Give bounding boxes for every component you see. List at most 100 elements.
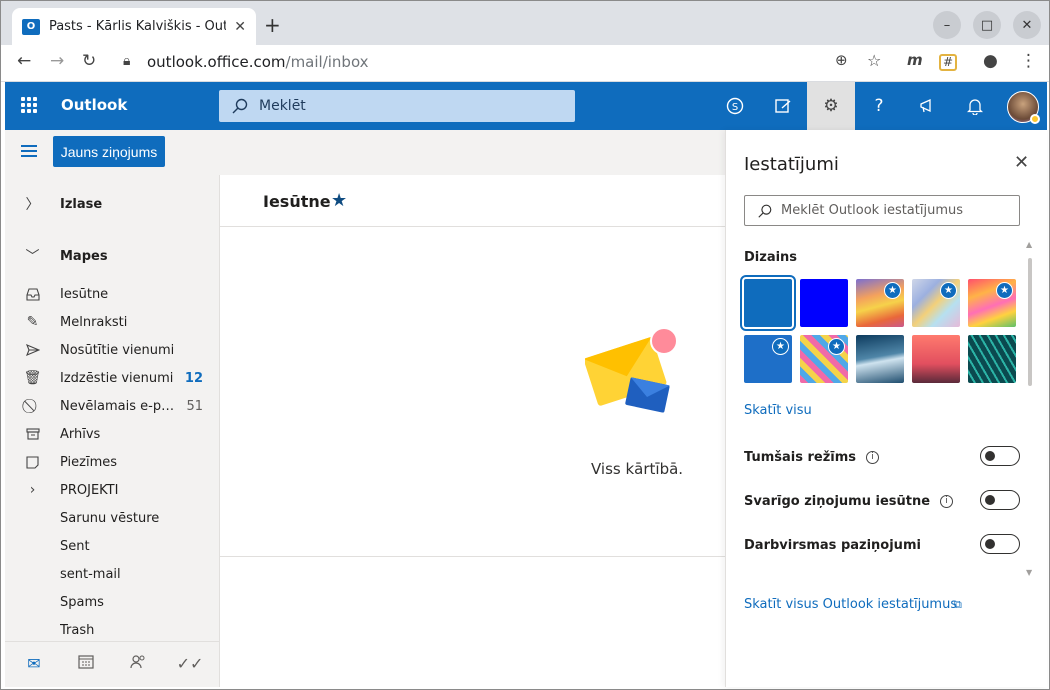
settings-scrollbar[interactable] xyxy=(1028,258,1032,386)
theme-bright-blue[interactable] xyxy=(800,279,848,327)
nav-item-label: Arhīvs xyxy=(60,426,101,442)
nav-item-spam[interactable]: Spams xyxy=(5,588,219,616)
settings-search-placeholder: Meklēt Outlook iestatījumus xyxy=(781,203,964,218)
info-icon[interactable]: i xyxy=(940,494,954,508)
folder-title: Iesūtne xyxy=(263,192,331,211)
nav-item-drafts[interactable]: ✎ Melnraksti xyxy=(5,308,219,336)
extension-hash-icon[interactable]: # xyxy=(939,54,958,71)
nav-item-trash[interactable]: Trash xyxy=(5,616,219,644)
close-icon[interactable]: ✕ xyxy=(1014,152,1029,173)
search-box[interactable]: Meklēt xyxy=(219,90,575,122)
send-arrow-icon xyxy=(5,344,60,356)
nav-item-sent-folder[interactable]: Sent xyxy=(5,532,219,560)
nav-item-label: Sent xyxy=(60,538,90,554)
nav-item-deleted[interactable]: 🗑︎ Izdzēstie vienumi 12 xyxy=(5,364,219,392)
inbox-tray-icon xyxy=(5,287,60,301)
nav-item-notes[interactable]: Piezīmes xyxy=(5,448,219,476)
focused-inbox-row: Svarīgo ziņojumu iesūtne i xyxy=(744,490,1020,512)
hamburger-menu-icon[interactable] xyxy=(21,145,37,157)
nav-item-projekti[interactable]: › PROJEKTI xyxy=(5,476,219,504)
feedback-megaphone-icon[interactable] xyxy=(903,82,951,130)
url-path: /mail/inbox xyxy=(285,53,369,71)
forward-arrow-icon[interactable]: → xyxy=(50,51,64,71)
settings-search-input[interactable]: Meklēt Outlook iestatījumus xyxy=(744,195,1020,226)
user-avatar[interactable] xyxy=(1007,91,1040,124)
lock-icon[interactable]: 🔒︎ xyxy=(123,53,130,69)
nav-item-junk[interactable]: ⃠ Nevēlamais e-pasts 51 xyxy=(5,392,219,420)
favorite-star-icon[interactable]: ★ xyxy=(331,190,347,211)
theme-palette[interactable]: ★ xyxy=(856,279,904,327)
theme-circuit[interactable] xyxy=(968,335,1016,383)
settings-gear-icon[interactable]: ⚙ xyxy=(807,82,855,130)
all-outlook-settings-link[interactable]: Skatīt visus Outlook iestatījumus xyxy=(744,597,957,612)
url-host: outlook.office.com xyxy=(147,53,286,71)
profile-icon[interactable]: ● xyxy=(983,51,998,71)
chevron-right-icon[interactable]: › xyxy=(5,482,60,498)
theme-waves[interactable] xyxy=(856,335,904,383)
nav-item-label: sent-mail xyxy=(60,566,121,582)
nav-item-label: Piezīmes xyxy=(60,454,118,470)
outlook-favicon-icon: O xyxy=(22,18,40,35)
desktop-notifications-toggle[interactable] xyxy=(980,534,1020,554)
see-all-themes-link[interactable]: Skatīt visu xyxy=(744,403,812,418)
focused-inbox-label: Svarīgo ziņojumu iesūtne xyxy=(744,493,931,509)
info-icon[interactable]: i xyxy=(866,450,880,464)
help-icon[interactable]: ? xyxy=(855,82,903,130)
theme-office-icons[interactable]: ★ xyxy=(744,335,792,383)
theme-blue[interactable] xyxy=(740,275,796,331)
scroll-down-arrow-icon[interactable]: ▼ xyxy=(1026,568,1032,577)
bookmark-star-icon[interactable]: ☆ xyxy=(867,51,881,70)
theme-swirl[interactable]: ★ xyxy=(912,279,960,327)
tab-close-icon[interactable]: ✕ xyxy=(234,19,246,35)
calendar-icon[interactable] xyxy=(71,654,101,673)
theme-palms[interactable] xyxy=(912,335,960,383)
nav-item-conversation-history[interactable]: Sarunu vēsture xyxy=(5,504,219,532)
browser-tab[interactable]: O Pasts - Kārlis Kalviškis - Outlook ✕ xyxy=(12,8,256,45)
extension-m-icon[interactable]: m xyxy=(907,51,923,69)
dark-mode-toggle[interactable] xyxy=(980,446,1020,466)
nav-item-sent-mail[interactable]: sent-mail xyxy=(5,560,219,588)
install-app-icon[interactable]: ⊕ xyxy=(835,51,848,69)
nav-favorites[interactable]: 〉 Izlase xyxy=(5,190,219,218)
premium-star-icon: ★ xyxy=(940,282,957,299)
brand-title[interactable]: Outlook xyxy=(61,96,127,114)
nav-folders-label: Mapes xyxy=(60,248,108,264)
minimize-button[interactable]: – xyxy=(933,11,961,39)
nav-item-archive[interactable]: Arhīvs xyxy=(5,420,219,448)
unread-count: 12 xyxy=(184,370,203,386)
theme-pattern[interactable]: ★ xyxy=(800,335,848,383)
theme-colorful[interactable]: ★ xyxy=(968,279,1016,327)
search-placeholder: Meklēt xyxy=(259,98,306,114)
dark-mode-row: Tumšais režīms i xyxy=(744,446,1020,468)
mail-icon[interactable]: ✉ xyxy=(19,654,49,673)
open-external-icon[interactable]: ⧉ xyxy=(954,598,962,612)
window-close-button[interactable]: ✕ xyxy=(1013,11,1041,39)
premium-star-icon: ★ xyxy=(828,338,845,355)
maximize-button[interactable]: □ xyxy=(973,11,1001,39)
nav-favorites-label: Izlase xyxy=(60,196,103,212)
browser-tab-strip: O Pasts - Kārlis Kalviškis - Outlook ✕ +… xyxy=(1,1,1049,45)
list-header: Iesūtne ★ xyxy=(220,175,726,227)
back-arrow-icon[interactable]: ← xyxy=(17,51,31,71)
browser-menu-icon[interactable]: ⋮ xyxy=(1020,51,1037,71)
nav-item-sent[interactable]: Nosūtītie vienumi xyxy=(5,336,219,364)
nav-folders[interactable]: ﹀ Mapes xyxy=(5,242,219,270)
browser-toolbar: ← → ↻ 🔒︎ outlook.office.com/mail/inbox ⊕… xyxy=(1,45,1049,82)
address-bar[interactable]: outlook.office.com/mail/inbox xyxy=(147,53,369,71)
reload-icon[interactable]: ↻ xyxy=(82,51,96,71)
skype-icon[interactable]: S xyxy=(711,82,759,130)
settings-title: Iestatījumi xyxy=(744,154,839,175)
people-icon[interactable] xyxy=(123,654,153,673)
item-count: 51 xyxy=(186,398,203,414)
focused-inbox-toggle[interactable] xyxy=(980,490,1020,510)
notifications-bell-icon[interactable] xyxy=(951,82,999,130)
app-launcher-icon[interactable] xyxy=(21,97,37,113)
scroll-up-arrow-icon[interactable]: ▲ xyxy=(1026,240,1032,249)
nav-item-inbox[interactable]: Iesūtne xyxy=(5,280,219,308)
new-message-button[interactable]: Jauns ziņojums xyxy=(53,136,165,167)
new-tab-button[interactable]: + xyxy=(264,13,281,37)
my-day-icon[interactable] xyxy=(759,82,807,130)
browser-window: O Pasts - Kārlis Kalviškis - Outlook ✕ +… xyxy=(0,0,1050,690)
theme-section-heading: Dizains xyxy=(744,250,798,265)
todo-check-icon[interactable]: ✓✓ xyxy=(175,654,205,673)
